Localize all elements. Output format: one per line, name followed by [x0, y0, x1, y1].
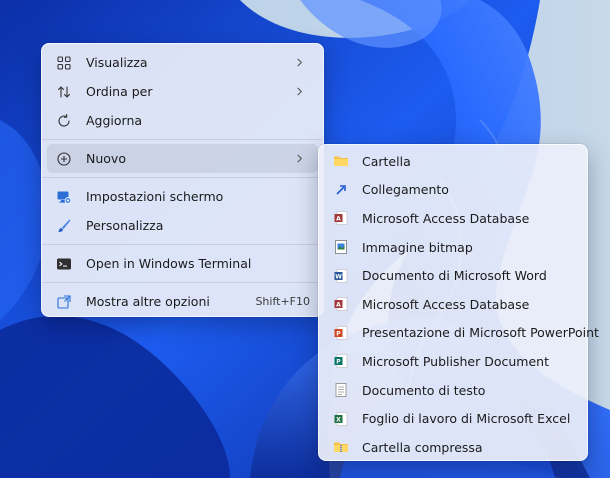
submenu-item-access-database[interactable]: A Microsoft Access Database [324, 204, 582, 233]
menu-item-view[interactable]: Visualizza [47, 48, 318, 77]
menu-item-show-more-options[interactable]: Mostra altre opzioni Shift+F10 [47, 287, 318, 316]
submenu-item-label: Microsoft Publisher Document [362, 353, 549, 369]
svg-text:A: A [336, 302, 341, 309]
chevron-right-icon [295, 154, 307, 163]
folder-icon [332, 152, 350, 170]
submenu-item-label: Cartella [362, 153, 411, 169]
menu-item-label: Impostazioni schermo [86, 189, 224, 204]
submenu-item-powerpoint-presentation[interactable]: P Presentazione di Microsoft PowerPoint [324, 319, 599, 348]
submenu-item-word-document[interactable]: W Documento di Microsoft Word [324, 261, 582, 290]
submenu-item-folder[interactable]: Cartella [324, 147, 582, 176]
svg-text:P: P [336, 359, 341, 366]
submenu-item-label: Microsoft Access Database [362, 296, 530, 312]
svg-text:X: X [336, 416, 341, 423]
submenu-item-label: Collegamento [362, 182, 449, 198]
shortcut-icon [332, 181, 350, 199]
text-document-icon [332, 381, 350, 399]
bitmap-icon [332, 238, 350, 256]
add-circle-icon [55, 150, 73, 168]
menu-item-new[interactable]: Nuovo [47, 144, 318, 173]
menu-item-sort-by[interactable]: Ordina per [47, 77, 318, 106]
menu-item-label: Aggiorna [86, 113, 143, 128]
menu-item-personalize[interactable]: Personalizza [47, 211, 318, 240]
chevron-right-icon [295, 58, 307, 67]
submenu-item-compressed-folder[interactable]: Cartella compressa [324, 433, 582, 462]
submenu-item-label: Cartella compressa [362, 439, 483, 455]
view-grid-icon [55, 54, 73, 72]
menu-item-label: Ordina per [86, 84, 153, 99]
submenu-item-label: Microsoft Access Database [362, 210, 530, 226]
svg-text:A: A [336, 216, 341, 223]
submenu-item-label: Presentazione di Microsoft PowerPoint [362, 325, 599, 341]
menu-separator [42, 244, 323, 245]
access-icon: A [332, 295, 350, 313]
svg-text:P: P [336, 330, 341, 337]
menu-item-label: Nuovo [86, 151, 126, 166]
sort-arrows-icon [55, 83, 73, 101]
submenu-item-label: Foglio di lavoro di Microsoft Excel [362, 411, 571, 427]
submenu-item-label: Immagine bitmap [362, 239, 473, 255]
submenu-item-publisher-document[interactable]: P Microsoft Publisher Document [324, 347, 582, 376]
chevron-right-icon [295, 87, 307, 96]
word-icon: W [332, 267, 350, 285]
menu-item-open-terminal[interactable]: Open in Windows Terminal [47, 249, 318, 278]
submenu-item-text-document[interactable]: Documento di testo [324, 376, 582, 405]
submenu-item-label: Documento di testo [362, 382, 486, 398]
submenu-item-excel-worksheet[interactable]: X Foglio di lavoro di Microsoft Excel [324, 404, 582, 433]
svg-text:W: W [335, 273, 342, 280]
keyboard-shortcut: Shift+F10 [255, 295, 310, 308]
menu-item-refresh[interactable]: Aggiorna [47, 106, 318, 135]
menu-item-label: Mostra altre opzioni [86, 294, 210, 309]
refresh-icon [55, 112, 73, 130]
terminal-icon [55, 255, 73, 273]
submenu-item-shortcut[interactable]: Collegamento [324, 176, 582, 205]
submenu-item-bitmap-image[interactable]: Immagine bitmap [324, 233, 582, 262]
new-item-submenu: Cartella Collegamento A Microsoft Access… [318, 144, 599, 462]
powerpoint-icon: P [332, 324, 350, 342]
publisher-icon: P [332, 352, 350, 370]
menu-item-display-settings[interactable]: Impostazioni schermo [47, 182, 318, 211]
desktop-context-menu: Visualizza Ordina per Aggiorna Nuovo Imp… [41, 43, 324, 317]
access-icon: A [332, 209, 350, 227]
paintbrush-icon [55, 217, 73, 235]
menu-separator [42, 282, 323, 283]
submenu-item-access-database-2[interactable]: A Microsoft Access Database [324, 290, 582, 319]
zip-folder-icon [332, 438, 350, 456]
display-settings-icon [55, 188, 73, 206]
menu-item-label: Visualizza [86, 55, 148, 70]
submenu-item-label: Documento di Microsoft Word [362, 268, 547, 284]
menu-separator [42, 139, 323, 140]
menu-item-label: Personalizza [86, 218, 164, 233]
menu-item-label: Open in Windows Terminal [86, 256, 252, 271]
excel-icon: X [332, 410, 350, 428]
menu-separator [42, 177, 323, 178]
more-options-icon [55, 293, 73, 311]
